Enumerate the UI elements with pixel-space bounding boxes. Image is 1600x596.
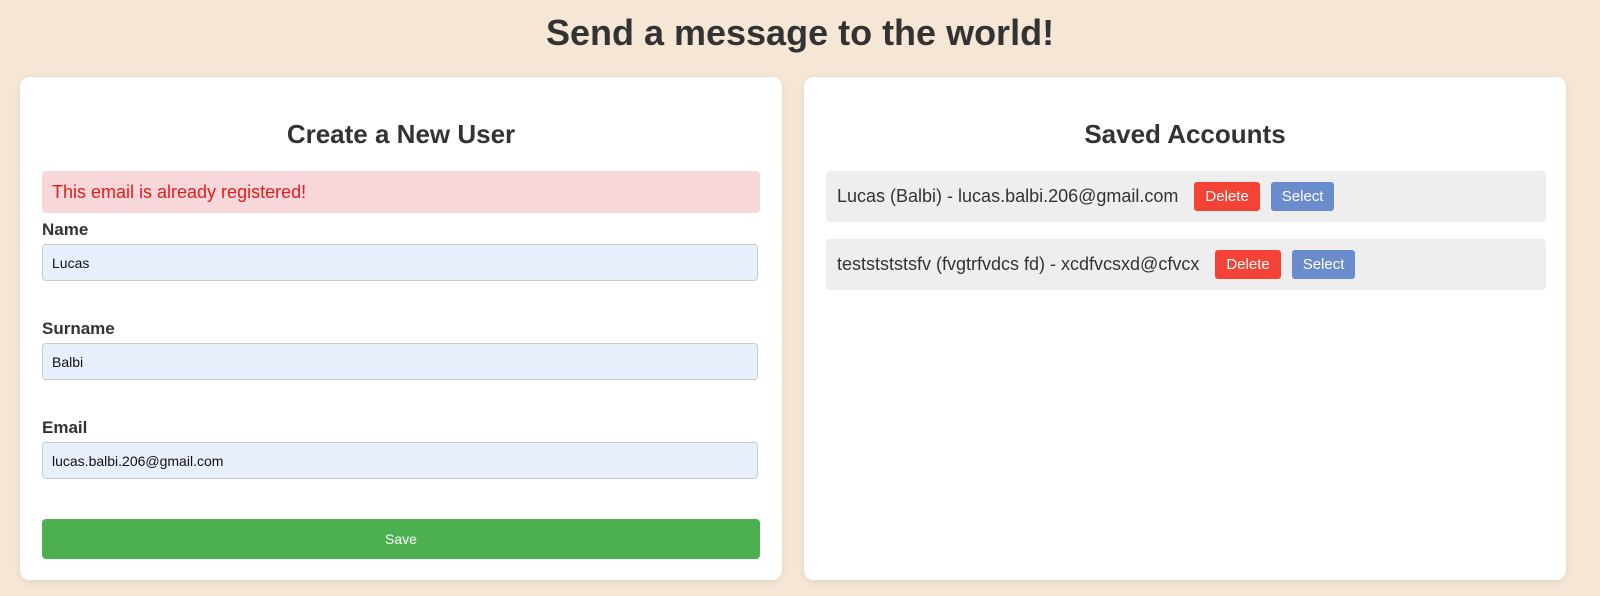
error-message: This email is already registered!: [42, 171, 760, 213]
select-button[interactable]: Select: [1270, 182, 1335, 211]
account-text: teststststsfv (fvgtrfvdcs fd) - xcdfvcsx…: [837, 254, 1200, 274]
create-user-panel: Create a New User This email is already …: [20, 77, 782, 580]
email-label: Email: [42, 418, 88, 437]
delete-button[interactable]: Delete: [1215, 250, 1281, 279]
surname-input[interactable]: [42, 343, 758, 380]
create-user-heading: Create a New User: [286, 119, 516, 149]
name-input[interactable]: [42, 244, 758, 281]
delete-button[interactable]: Delete: [1194, 182, 1260, 211]
select-button[interactable]: Select: [1291, 250, 1356, 279]
account-row: teststststsfv (fvgtrfvdcs fd) - xcdfvcsx…: [826, 239, 1546, 290]
saved-accounts-heading: Saved Accounts: [1084, 119, 1286, 149]
email-input[interactable]: [42, 442, 758, 479]
surname-label: Surname: [42, 319, 115, 338]
page-title: Send a message to the world!: [545, 12, 1055, 53]
account-row: Lucas (Balbi) - lucas.balbi.206@gmail.co…: [826, 171, 1546, 222]
save-button[interactable]: Save: [42, 519, 760, 559]
name-label: Name: [42, 220, 89, 239]
account-text: Lucas (Balbi) - lucas.balbi.206@gmail.co…: [837, 186, 1179, 206]
saved-accounts-panel: Saved Accounts Lucas (Balbi) - lucas.bal…: [804, 77, 1566, 580]
